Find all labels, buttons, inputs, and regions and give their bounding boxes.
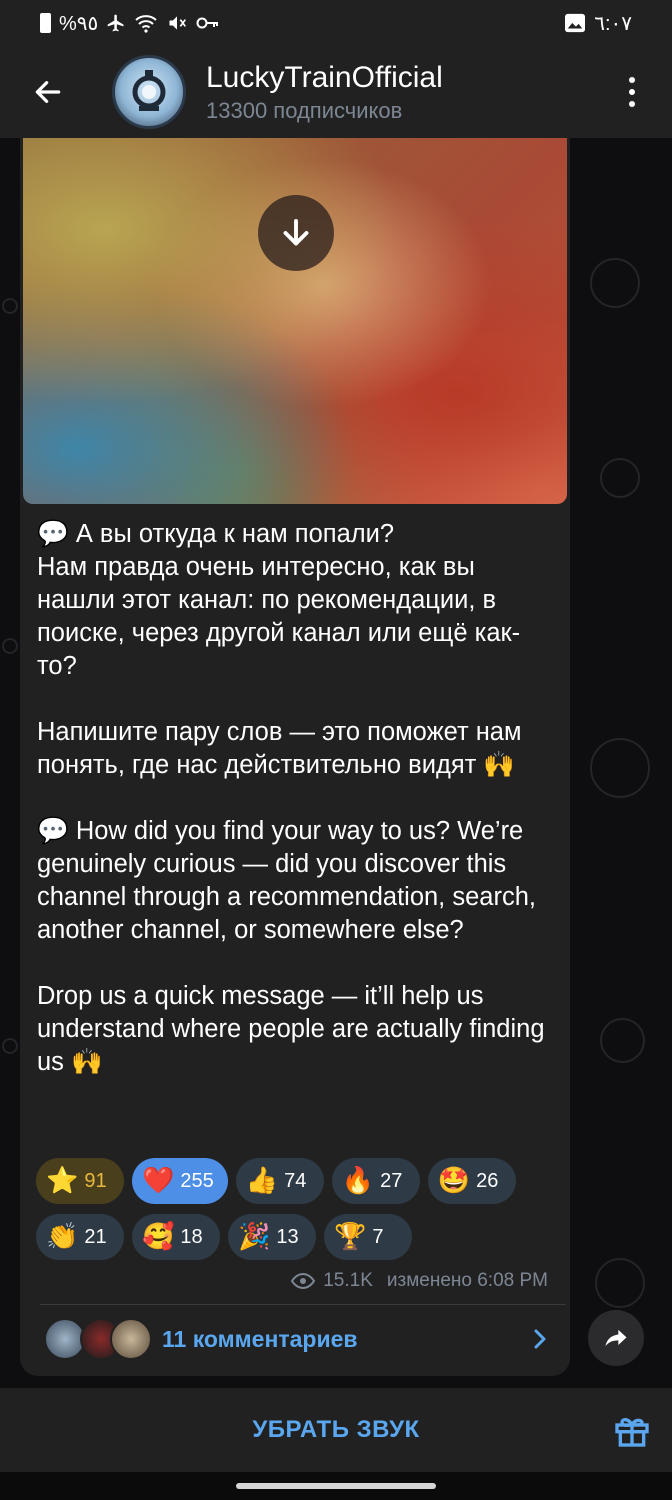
battery-level: %٩٥ xyxy=(59,12,99,35)
reaction-count: 18 xyxy=(180,1225,203,1248)
gallery-icon xyxy=(565,13,586,33)
star-struck-icon: 🤩 xyxy=(437,1166,471,1196)
reaction-star-struck[interactable]: 🤩 26 xyxy=(427,1158,516,1204)
clap-icon: 👏 xyxy=(46,1222,79,1252)
channel-name: LuckyTrainOfficial xyxy=(206,61,443,94)
avatar xyxy=(110,1318,152,1360)
reaction-count: 255 xyxy=(180,1169,214,1192)
gift-button[interactable] xyxy=(612,1410,652,1450)
bottom-bar: УБРАТЬ ЗВУК xyxy=(0,1388,672,1472)
comments-button[interactable]: 11 комментариев xyxy=(20,1306,570,1372)
reaction-smiling-hearts[interactable]: 🥰 18 xyxy=(132,1214,220,1260)
reaction-heart[interactable]: ❤️ 255 xyxy=(132,1158,228,1204)
comments-label: 11 комментариев xyxy=(162,1325,358,1352)
channel-post: 💬 А вы откуда к нам попали? Нам правда о… xyxy=(20,138,570,1376)
reaction-trophy[interactable]: 🏆 7 xyxy=(324,1214,412,1260)
smiling-hearts-icon: 🥰 xyxy=(142,1222,175,1252)
download-arrow-icon xyxy=(283,219,309,246)
reaction-count: 91 xyxy=(84,1169,107,1192)
key-icon xyxy=(196,17,219,29)
heart-icon: ❤️ xyxy=(142,1166,175,1196)
star-icon: ⭐ xyxy=(46,1166,79,1196)
thumbs-up-icon: 👍 xyxy=(245,1166,279,1196)
party-popper-icon: 🎉 xyxy=(238,1222,271,1252)
post-meta: 15.1K изменено 6:08 PM xyxy=(291,1270,548,1292)
wifi-icon xyxy=(135,15,157,33)
home-indicator[interactable] xyxy=(236,1483,436,1489)
eye-icon xyxy=(291,1273,316,1289)
channel-title-block[interactable]: LuckyTrainOfficial 13300 подписчиков xyxy=(206,60,592,124)
more-options-button[interactable] xyxy=(592,46,672,138)
reaction-star[interactable]: ⭐ 91 xyxy=(36,1158,124,1204)
chevron-right-icon xyxy=(520,1327,560,1351)
reaction-count: 7 xyxy=(372,1225,384,1248)
reaction-party[interactable]: 🎉 13 xyxy=(228,1214,316,1260)
commenter-avatars xyxy=(44,1317,154,1361)
share-arrow-icon xyxy=(605,1329,627,1347)
reactions-bar: ⭐ 91 ❤️ 255 👍 74 🔥 27 🤩 26 👏 21 🥰 18 🎉 1… xyxy=(36,1158,556,1260)
system-navigation-bar xyxy=(0,1472,672,1500)
status-right: ٦:٠٧ xyxy=(564,11,632,36)
mute-button[interactable]: УБРАТЬ ЗВУК xyxy=(252,1416,419,1444)
mute-icon xyxy=(169,16,187,30)
status-bar: %٩٥ ٦:٠٧ xyxy=(0,0,672,46)
back-button[interactable] xyxy=(0,46,96,138)
share-button[interactable] xyxy=(588,1310,644,1366)
reaction-count: 27 xyxy=(380,1169,403,1192)
airplane-icon xyxy=(107,14,124,32)
gift-icon xyxy=(615,1418,649,1447)
reaction-clap[interactable]: 👏 21 xyxy=(36,1214,124,1260)
post-media-preview[interactable] xyxy=(23,138,567,504)
arrow-left-icon xyxy=(35,81,61,103)
comments-divider xyxy=(40,1304,566,1305)
status-left: %٩٥ xyxy=(40,11,220,36)
clock: ٦:٠٧ xyxy=(594,12,632,35)
reaction-count: 13 xyxy=(276,1225,299,1248)
more-vertical-icon xyxy=(629,77,635,107)
reaction-count: 74 xyxy=(284,1169,307,1192)
view-count: 15.1K xyxy=(323,1270,373,1291)
battery-icon xyxy=(40,13,51,33)
train-logo-icon xyxy=(132,70,166,111)
fire-icon: 🔥 xyxy=(341,1166,375,1196)
trophy-icon: 🏆 xyxy=(334,1222,367,1252)
post-text: 💬 А вы откуда к нам попали? Нам правда о… xyxy=(37,520,545,1076)
reaction-thumbs-up[interactable]: 👍 74 xyxy=(235,1158,324,1204)
reaction-count: 26 xyxy=(476,1169,499,1192)
chat-header: LuckyTrainOfficial 13300 подписчиков xyxy=(0,46,672,138)
channel-avatar[interactable] xyxy=(112,55,186,129)
download-button[interactable] xyxy=(258,195,334,271)
subscriber-count: 13300 подписчиков xyxy=(206,98,403,123)
reaction-count: 21 xyxy=(84,1225,107,1248)
reaction-fire[interactable]: 🔥 27 xyxy=(331,1158,420,1204)
edited-timestamp: изменено 6:08 PM xyxy=(386,1270,548,1291)
